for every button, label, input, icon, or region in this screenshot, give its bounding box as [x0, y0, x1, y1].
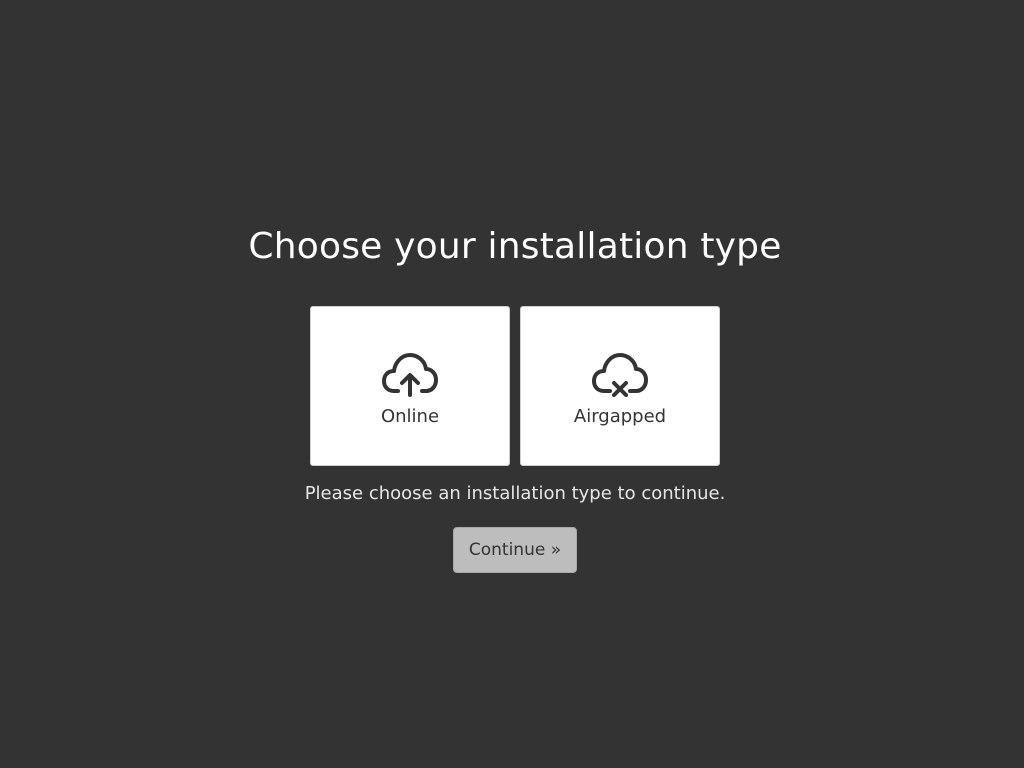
page-title: Choose your installation type	[248, 226, 782, 267]
option-online[interactable]: Online	[310, 306, 510, 466]
continue-button[interactable]: Continue »	[453, 527, 577, 573]
option-airgapped-label: Airgapped	[573, 406, 667, 427]
hint-text: Please choose an installation type to co…	[304, 483, 726, 504]
cloud-upload-icon	[382, 353, 438, 397]
installer-screen: Choose your installation type Online Air…	[0, 0, 1024, 768]
option-online-label: Online	[380, 406, 440, 427]
option-airgapped[interactable]: Airgapped	[520, 306, 720, 466]
installation-type-options: Online Airgapped	[310, 306, 720, 466]
cloud-offline-icon	[592, 353, 648, 397]
